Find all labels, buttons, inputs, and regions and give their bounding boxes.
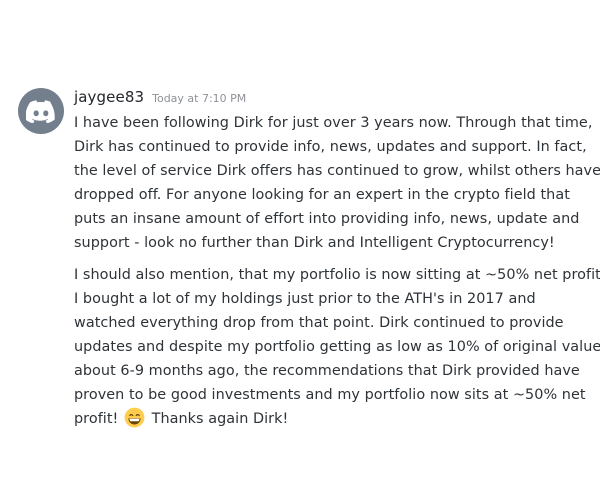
message-line: I should also mention, that my portfolio… (74, 267, 600, 283)
message-text-before-emoji: profit! (74, 411, 119, 427)
discord-logo-icon (26, 99, 55, 123)
message-line: I bought a lot of my holdings just prior… (74, 291, 536, 307)
timestamp[interactable]: Today at 7:10 PM (152, 92, 246, 105)
message-line: Dirk has continued to provide info, news… (74, 139, 587, 155)
message-line: about 6-9 months ago, the recommendation… (74, 363, 580, 379)
grinning-smiling-eyes-emoji-icon[interactable] (124, 407, 145, 428)
message-line: updates and despite my portfolio getting… (74, 339, 600, 355)
message-paragraph-1: I have been following Dirk for just over… (74, 111, 600, 255)
message-line: I have been following Dirk for just over… (74, 115, 593, 131)
message-line-last: profit! Thanks again Dirk! (74, 407, 586, 431)
message-paragraph-2: I should also mention, that my portfolio… (74, 263, 600, 431)
avatar[interactable] (18, 88, 64, 134)
message-line: puts an insane amount of effort into pro… (74, 211, 580, 227)
message-text-after-emoji: Thanks again Dirk! (151, 411, 289, 427)
message-line: dropped off. For anyone looking for an e… (74, 187, 570, 203)
message-line: the level of service Dirk offers has con… (74, 163, 600, 179)
message-line: support - look no further than Dirk and … (74, 235, 555, 251)
username[interactable]: jaygee83 (74, 88, 144, 106)
message-header: jaygee83 Today at 7:10 PM (74, 88, 588, 108)
message-line: watched everything drop from that point.… (74, 315, 564, 331)
message-content: jaygee83 Today at 7:10 PM I have been fo… (74, 88, 600, 431)
message-line: proven to be good investments and my por… (74, 387, 586, 403)
